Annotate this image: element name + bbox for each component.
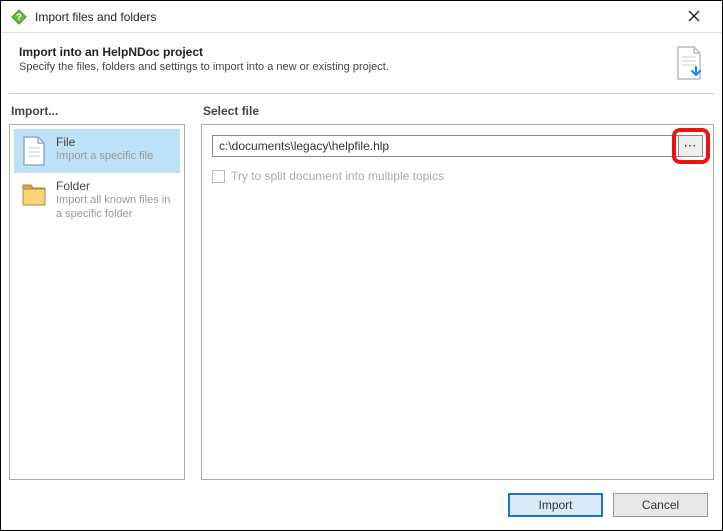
header-subtitle: Specify the files, folders and settings … bbox=[19, 61, 664, 73]
ellipsis-icon: ⋯ bbox=[684, 138, 698, 154]
dialog-window: ? Import files and folders Import into a… bbox=[0, 0, 723, 531]
sidebar-item-title: Folder bbox=[56, 179, 174, 194]
document-import-icon bbox=[674, 45, 704, 81]
file-icon bbox=[20, 135, 48, 167]
file-path-input[interactable] bbox=[212, 135, 679, 157]
main-panel: ⋯ Try to split document into multiple to… bbox=[201, 124, 714, 480]
import-button[interactable]: Import bbox=[508, 493, 603, 517]
sidebar-item-sub: Import a specific file bbox=[56, 150, 153, 164]
split-option-row: Try to split document into multiple topi… bbox=[212, 169, 703, 183]
footer: Import Cancel bbox=[1, 480, 722, 530]
content-area: Import... File Import a specific file bbox=[1, 94, 722, 480]
svg-text:?: ? bbox=[16, 12, 22, 22]
header-title: Import into an HelpNDoc project bbox=[19, 45, 664, 59]
sidebar-item-sub: Import all known files in a specific fol… bbox=[56, 194, 174, 222]
header: Import into an HelpNDoc project Specify … bbox=[1, 33, 722, 93]
browse-button[interactable]: ⋯ bbox=[679, 135, 703, 157]
close-button[interactable] bbox=[674, 9, 714, 25]
sidebar-item-file[interactable]: File Import a specific file bbox=[14, 129, 180, 173]
titlebar: ? Import files and folders bbox=[1, 1, 722, 33]
file-path-row: ⋯ bbox=[212, 135, 703, 157]
split-checkbox[interactable] bbox=[212, 170, 225, 183]
sidebar: Import... File Import a specific file bbox=[9, 104, 185, 480]
split-label: Try to split document into multiple topi… bbox=[231, 169, 444, 183]
folder-icon bbox=[20, 179, 48, 211]
sidebar-item-folder[interactable]: Folder Import all known files in a speci… bbox=[14, 173, 180, 228]
sidebar-panel: File Import a specific file Folder Impor… bbox=[9, 124, 185, 480]
cancel-button[interactable]: Cancel bbox=[613, 493, 708, 517]
main-area: Select file ⋯ Try to split document into… bbox=[201, 104, 714, 480]
main-heading: Select file bbox=[201, 104, 714, 124]
sidebar-item-title: File bbox=[56, 135, 153, 150]
sidebar-heading: Import... bbox=[9, 104, 185, 124]
app-icon: ? bbox=[11, 9, 27, 25]
window-title: Import files and folders bbox=[35, 10, 674, 24]
